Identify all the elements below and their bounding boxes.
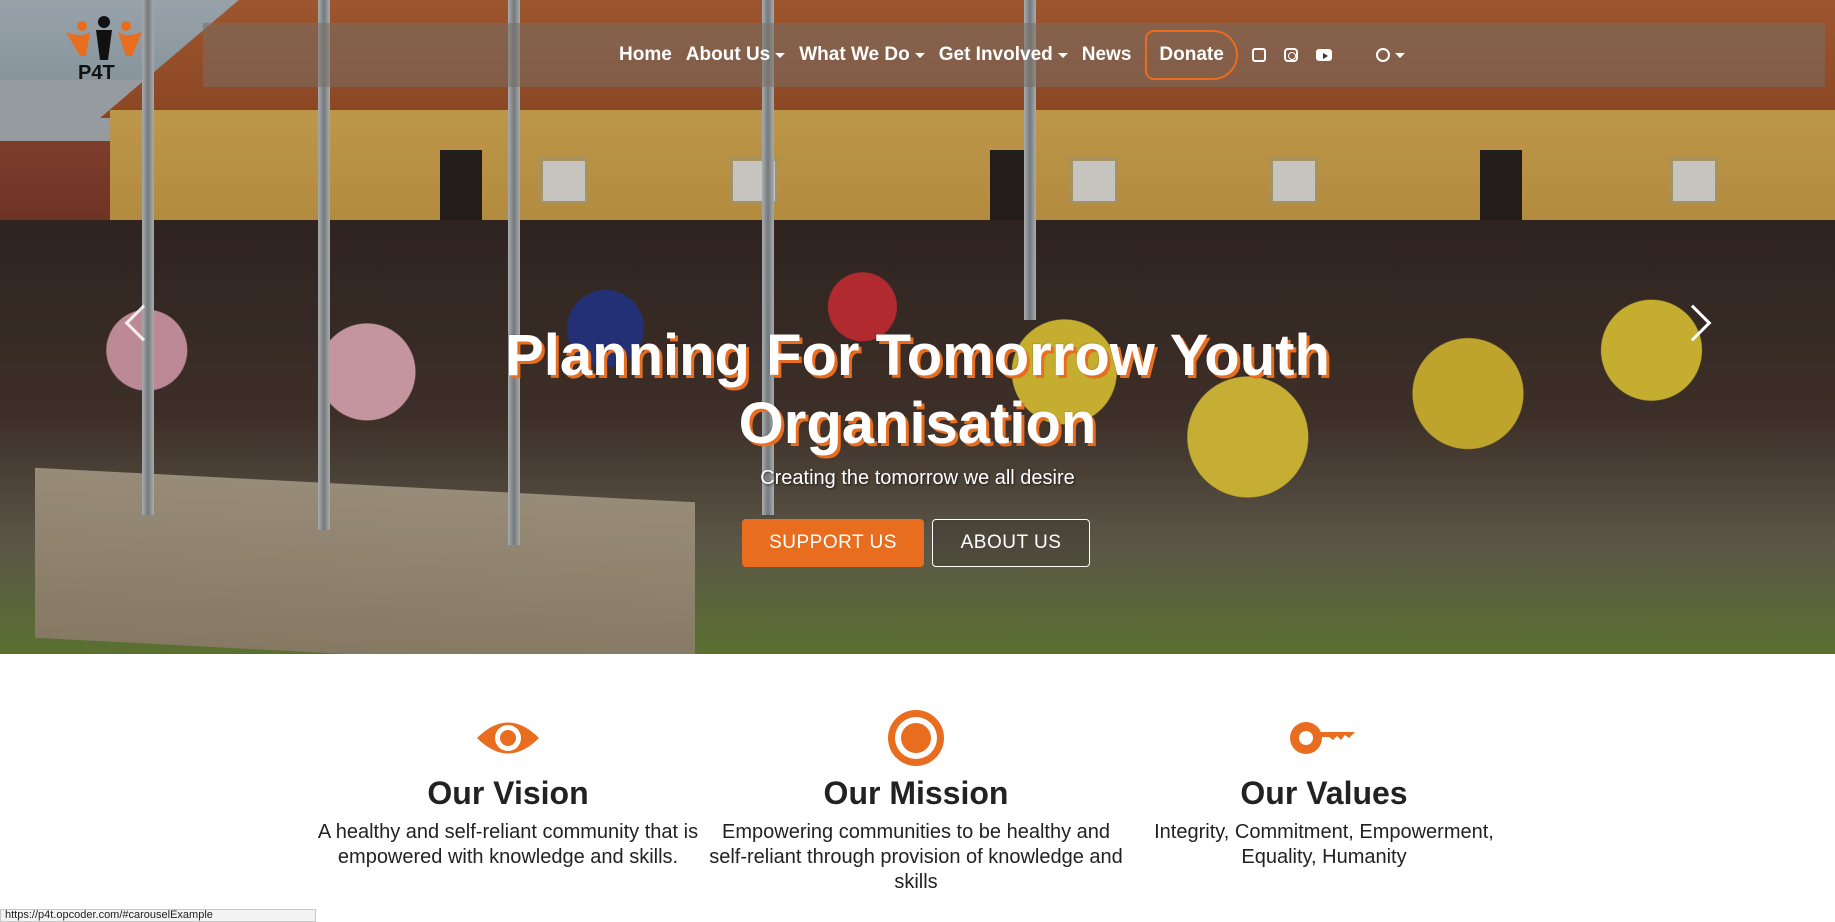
nav-item-label: About Us xyxy=(685,44,771,65)
feature-vision: Our Vision A healthy and self-reliant co… xyxy=(298,705,718,870)
youtube-icon[interactable] xyxy=(1315,49,1332,61)
nav-item-home[interactable]: Home xyxy=(619,44,672,66)
facebook-icon[interactable] xyxy=(1251,48,1266,62)
globe-icon[interactable] xyxy=(1375,48,1390,62)
nav-item-label: What We Do xyxy=(799,44,910,65)
donate-button[interactable]: Donate xyxy=(1145,30,1238,80)
nav-item-what-we-do[interactable]: What We Do xyxy=(799,44,925,66)
target-icon xyxy=(706,705,1126,771)
feature-title: Our Values xyxy=(1240,775,1408,811)
site-logo[interactable]: P4T xyxy=(56,14,146,86)
feature-text: A healthy and self-reliant community tha… xyxy=(317,821,699,868)
language-caret-icon[interactable] xyxy=(1394,52,1405,58)
nav-item-label: Home xyxy=(619,44,672,65)
browser-status-url: https://p4t.opcoder.com/#carouselExample xyxy=(0,909,316,922)
nav-menu: Home About Us What We Do Get Involved Ne… xyxy=(619,23,1405,87)
feature-values: Our Values Integrity, Commitment, Empowe… xyxy=(1114,705,1534,870)
eye-icon xyxy=(298,705,718,771)
caret-down-icon xyxy=(914,52,925,58)
caret-down-icon xyxy=(1057,52,1068,58)
instagram-icon[interactable] xyxy=(1283,48,1298,62)
support-us-button[interactable]: SUPPORT US xyxy=(742,519,924,567)
donate-label: Donate xyxy=(1159,44,1224,65)
caret-down-icon xyxy=(775,52,786,58)
about-us-button[interactable]: ABOUT US xyxy=(932,519,1090,567)
feature-text: Integrity, Commitment, Empowerment, Equa… xyxy=(1154,821,1494,868)
logo-text: P4T xyxy=(78,62,115,84)
nav-item-about-us[interactable]: About Us xyxy=(685,44,786,66)
feature-title: Our Vision xyxy=(427,775,589,811)
nav-item-get-involved[interactable]: Get Involved xyxy=(939,44,1068,66)
hero-subtitle: Creating the tomorrow we all desire xyxy=(760,467,1075,489)
key-icon xyxy=(1114,705,1534,771)
feature-mission: Our Mission Empowering communities to be… xyxy=(706,705,1126,895)
nav-item-label: News xyxy=(1081,44,1132,65)
nav-item-label: Get Involved xyxy=(938,44,1053,65)
hero-title: Planning For Tomorrow Youth Organisation xyxy=(505,323,1330,456)
feature-title: Our Mission xyxy=(823,775,1009,811)
feature-text: Empowering communities to be healthy and… xyxy=(709,821,1123,893)
nav-item-news[interactable]: News xyxy=(1082,44,1132,66)
navbar: Home About Us What We Do Get Involved Ne… xyxy=(203,23,1825,87)
